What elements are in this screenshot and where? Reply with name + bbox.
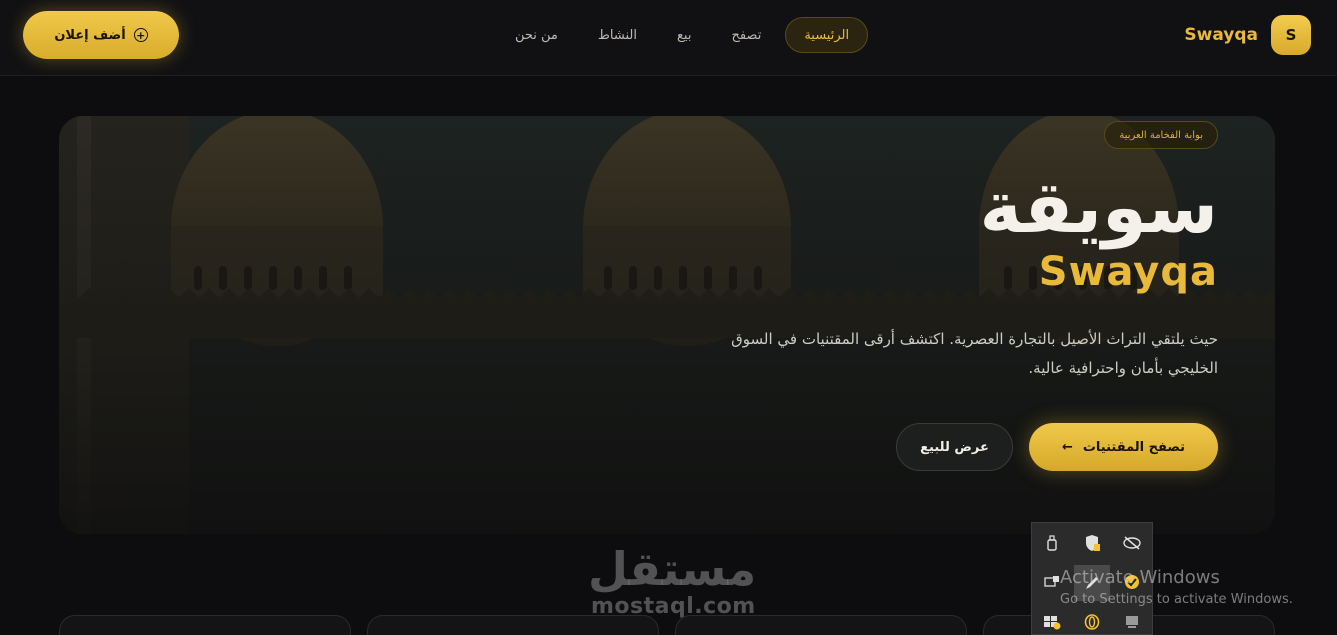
nav-link-home[interactable]: الرئيسية — [785, 17, 869, 53]
hero-title-english: Swayqa — [1038, 249, 1218, 295]
nav-link-browse[interactable]: تصفح — [711, 17, 781, 53]
listing-card[interactable] — [675, 615, 967, 635]
opera-icon[interactable] — [1082, 612, 1102, 632]
arrow-left-icon: ← — [1061, 439, 1073, 455]
add-ad-button[interactable]: + أضف إعلان — [23, 11, 179, 59]
listing-card[interactable] — [367, 615, 659, 635]
display-icon[interactable] — [1122, 612, 1142, 632]
hero-title-arabic: سويقة — [979, 165, 1218, 249]
usb-drive-icon[interactable] — [1042, 533, 1062, 553]
activate-windows-subtitle: Go to Settings to activate Windows. — [1060, 592, 1293, 607]
plus-circle-icon: + — [133, 28, 148, 42]
watermark-arabic: مستقل — [588, 542, 757, 596]
nav-link-about[interactable]: من نحن — [495, 17, 578, 53]
main-nav: الرئيسية تصفح بيع النشاط من نحن — [495, 17, 869, 53]
hero-badge: بوابة الفخامة العربية — [1104, 121, 1218, 149]
nav-link-activity[interactable]: النشاط — [578, 17, 657, 53]
listing-card[interactable] — [59, 615, 351, 635]
browse-collectibles-button[interactable]: تصفح المقتنيات ← — [1029, 423, 1218, 471]
windows-update-icon[interactable] — [1042, 612, 1062, 632]
list-for-sale-button[interactable]: عرض للبيع — [896, 423, 1013, 471]
nav-link-sell[interactable]: بيع — [657, 17, 711, 53]
hidden-eye-icon[interactable] — [1122, 533, 1142, 553]
brand[interactable]: Swayqa S — [1184, 15, 1311, 55]
brand-name: Swayqa — [1184, 25, 1258, 45]
windows-security-icon[interactable] — [1082, 533, 1102, 553]
network-device-icon[interactable] — [1042, 572, 1062, 592]
activate-windows-title: Activate Windows — [1060, 567, 1220, 588]
browse-label: تصفح المقتنيات — [1082, 439, 1186, 455]
hero-description: حيث يلتقي التراث الأصيل بالتجارة العصرية… — [731, 330, 1218, 377]
add-ad-label: أضف إعلان — [54, 27, 126, 43]
brand-logo: S — [1271, 15, 1311, 55]
hero-section: بوابة الفخامة العربية سويقة Swayqa حيث ي… — [59, 116, 1275, 534]
top-navbar: + أضف إعلان الرئيسية تصفح بيع النشاط من … — [0, 0, 1337, 76]
